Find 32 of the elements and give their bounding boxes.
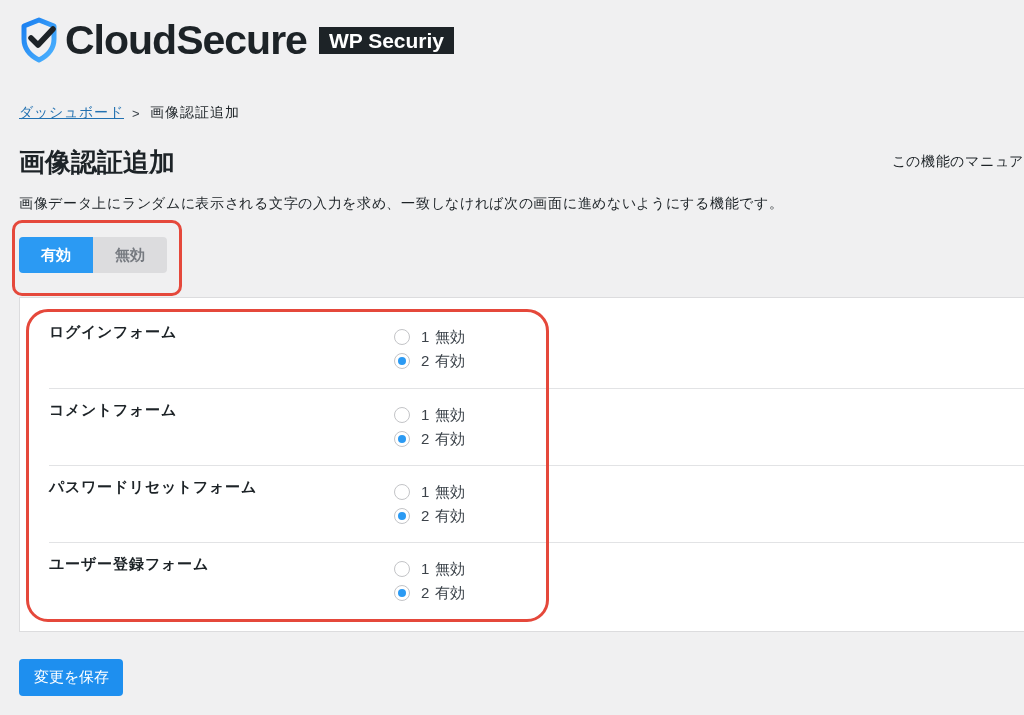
radio-label: 1 無効: [421, 327, 466, 347]
product-badge: WP Securiy: [318, 26, 455, 54]
radio-button[interactable]: [394, 353, 410, 369]
radio-label: 1 無効: [421, 405, 466, 425]
breadcrumb-link[interactable]: ダッシュボード: [19, 104, 124, 122]
radio-button[interactable]: [394, 407, 410, 423]
radio-button[interactable]: [394, 484, 410, 500]
brand-name: CloudSecure: [65, 17, 307, 63]
radio-label: 1 無効: [421, 482, 466, 502]
page-title: 画像認証追加: [19, 146, 175, 179]
radio-label: 2 有効: [421, 583, 466, 603]
save-button[interactable]: 変更を保存: [19, 659, 123, 696]
radio-button[interactable]: [394, 561, 410, 577]
radio-button[interactable]: [394, 508, 410, 524]
radio-button[interactable]: [394, 585, 410, 601]
breadcrumb-current: 画像認証追加: [149, 104, 240, 122]
radio-label: 2 有効: [421, 429, 466, 449]
radio-button[interactable]: [394, 329, 410, 345]
shield-check-icon: [20, 17, 58, 63]
breadcrumb-separator: >: [132, 105, 141, 121]
radio-button[interactable]: [394, 431, 410, 447]
toggle-button[interactable]: 有効: [19, 237, 93, 273]
setting-label: パスワードリセットフォーム: [49, 478, 257, 495]
manual-link[interactable]: この機能のマニュア: [891, 153, 1024, 171]
setting-label: ログインフォーム: [49, 323, 177, 340]
setting-label: ユーザー登録フォーム: [49, 555, 209, 572]
page-description: 画像データ上にランダムに表示される文字の入力を求め、一致しなければ次の画面に進めないようにする機能です。: [19, 194, 784, 213]
setting-label: コメントフォーム: [49, 401, 177, 418]
radio-label: 2 有効: [421, 506, 466, 526]
radio-label: 2 有効: [421, 351, 466, 371]
radio-label: 1 無効: [421, 559, 466, 579]
toggle-button[interactable]: 無効: [93, 237, 167, 273]
